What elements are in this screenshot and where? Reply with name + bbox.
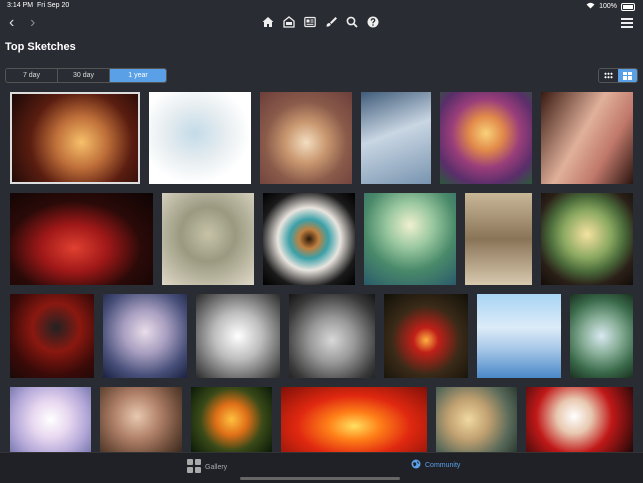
sketch-thumbnail[interactable] (477, 294, 561, 378)
search-icon[interactable] (346, 16, 358, 28)
sketch-thumbnail[interactable] (526, 387, 633, 452)
news-icon[interactable] (304, 16, 316, 28)
sketch-thumbnail[interactable] (10, 92, 140, 184)
status-time-date: 3:14 PM Fri Sep 20 (7, 2, 69, 9)
hamburger-menu-icon[interactable] (621, 18, 633, 30)
status-date: Fri Sep 20 (36, 2, 70, 9)
forward-button[interactable]: › (30, 14, 35, 32)
segment-7-day[interactable]: 7 day (6, 69, 58, 82)
sketch-thumbnail[interactable] (162, 193, 254, 285)
wifi-icon (586, 2, 595, 11)
sketch-thumbnail[interactable] (10, 193, 153, 285)
status-bar: 3:14 PM Fri Sep 20 100% (0, 0, 643, 12)
sketch-thumbnail[interactable] (465, 193, 532, 285)
tab-community-label: Community (425, 461, 461, 469)
sketch-thumbnail[interactable] (260, 92, 352, 184)
sketch-thumbnail[interactable] (361, 92, 431, 184)
status-time: 3:14 PM (7, 2, 34, 9)
sketch-thumbnail[interactable] (570, 294, 633, 378)
sketch-thumbnail[interactable] (364, 193, 456, 285)
sketch-thumbnail[interactable] (289, 294, 375, 378)
tab-gallery[interactable]: Gallery (187, 459, 227, 475)
globe-icon (411, 459, 421, 471)
time-range-segmented-control: 7 day 30 day 1 year (5, 68, 167, 83)
brush-icon[interactable] (325, 16, 337, 28)
view-toggle (598, 68, 638, 83)
tab-community[interactable]: Community (411, 459, 460, 471)
battery-percent: 100% (599, 3, 617, 10)
segment-30-day[interactable]: 30 day (58, 69, 110, 82)
segment-1-year[interactable]: 1 year (110, 69, 166, 82)
gallery-home-icon[interactable] (283, 16, 295, 28)
sketch-thumbnail[interactable] (436, 387, 517, 452)
sketch-thumbnail[interactable] (281, 387, 427, 452)
small-grid-icon (604, 72, 613, 79)
sketch-thumbnail[interactable] (149, 92, 251, 184)
sketch-thumbnail[interactable] (263, 193, 355, 285)
sketch-thumbnail[interactable] (10, 294, 94, 378)
sketch-thumbnail[interactable] (103, 294, 187, 378)
sketch-gallery (0, 90, 643, 452)
sketch-thumbnail[interactable] (10, 387, 91, 452)
home-icon[interactable] (262, 16, 274, 28)
battery-icon (621, 2, 635, 11)
sketch-thumbnail[interactable] (384, 294, 468, 378)
toolbar: ‹ › (0, 12, 643, 34)
home-indicator (240, 477, 400, 480)
large-grid-icon (623, 71, 632, 80)
sketch-thumbnail[interactable] (541, 193, 633, 285)
large-grid-view-button[interactable] (618, 69, 637, 82)
tab-gallery-label: Gallery (205, 463, 228, 471)
help-icon[interactable] (367, 16, 379, 28)
small-grid-view-button[interactable] (599, 69, 618, 82)
sketch-thumbnail[interactable] (541, 92, 633, 184)
page-title: Top Sketches (5, 41, 76, 53)
gallery-grid-icon (187, 459, 201, 475)
sketch-thumbnail[interactable] (100, 387, 182, 452)
sketch-thumbnail[interactable] (196, 294, 280, 378)
tab-bar: Gallery Community (0, 452, 643, 483)
sketch-thumbnail[interactable] (440, 92, 532, 184)
back-button[interactable]: ‹ (9, 14, 14, 32)
sketch-thumbnail[interactable] (191, 387, 272, 452)
